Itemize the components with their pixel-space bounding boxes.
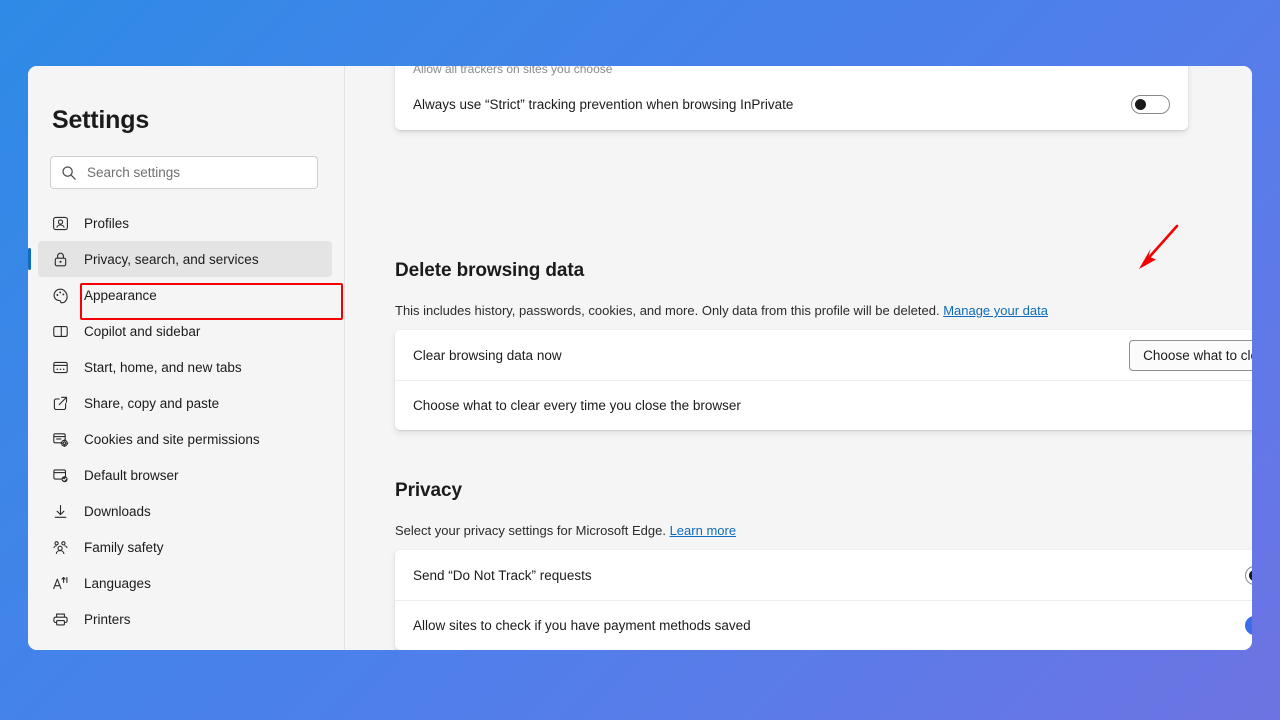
sidebar-item-label: Family safety bbox=[84, 539, 164, 555]
clear-browsing-data-now-row: Clear browsing data now Choose what to c… bbox=[395, 330, 1252, 380]
sidebar-item-label: Languages bbox=[84, 575, 151, 591]
monitor-icon bbox=[52, 647, 69, 650]
sidebar-item-share-copy-and-paste[interactable]: Share, copy and paste bbox=[38, 385, 332, 421]
learn-more-link[interactable]: Learn more bbox=[670, 523, 736, 538]
palette-icon bbox=[52, 287, 69, 304]
manage-your-data-link[interactable]: Manage your data bbox=[943, 303, 1048, 318]
printer-icon bbox=[52, 611, 69, 628]
settings-sidebar: Settings Search settings Profiles Privac… bbox=[28, 66, 345, 650]
sidebar-item-languages[interactable]: Languages bbox=[38, 565, 332, 601]
sidebar-item-label: Profiles bbox=[84, 215, 130, 231]
page-title: Settings bbox=[52, 106, 150, 134]
do-not-track-row[interactable]: Send “Do Not Track” requests bbox=[395, 550, 1252, 600]
do-not-track-label: Send “Do Not Track” requests bbox=[413, 567, 592, 583]
strict-inprivate-label: Always use “Strict” tracking prevention … bbox=[413, 96, 794, 112]
sidebar-item-system-and-performance[interactable]: System and performance bbox=[38, 637, 332, 650]
tracking-sub-row: Allow all trackers on sites you choose bbox=[395, 66, 1188, 78]
new-tab-icon bbox=[52, 359, 69, 376]
delete-browsing-data-heading: Delete browsing data bbox=[395, 260, 585, 281]
sidebar-item-label: Start, home, and new tabs bbox=[84, 359, 242, 375]
sidebar-item-cookies-and-site-permissions[interactable]: Cookies and site permissions bbox=[38, 421, 332, 457]
clear-on-close-row[interactable]: Choose what to clear every time you clos… bbox=[395, 380, 1252, 430]
delete-browsing-data-card: Clear browsing data now Choose what to c… bbox=[395, 330, 1252, 430]
clear-on-close-label: Choose what to clear every time you clos… bbox=[413, 398, 741, 413]
strict-inprivate-row[interactable]: Always use “Strict” tracking prevention … bbox=[395, 78, 1188, 130]
sidebar-panel-icon bbox=[52, 323, 69, 340]
family-icon bbox=[52, 539, 69, 556]
settings-window: Settings Search settings Profiles Privac… bbox=[28, 66, 1252, 650]
settings-content-pane: Allow all trackers on sites you choose A… bbox=[345, 66, 1252, 650]
sidebar-item-downloads[interactable]: Downloads bbox=[38, 493, 332, 529]
sidebar-item-label: Appearance bbox=[84, 287, 157, 303]
allow-trackers-sublabel: Allow all trackers on sites you choose bbox=[413, 66, 613, 76]
default-browser-icon bbox=[52, 467, 69, 484]
tracking-prevention-card: Allow all trackers on sites you choose A… bbox=[395, 66, 1188, 130]
sidebar-item-profiles[interactable]: Profiles bbox=[38, 205, 332, 241]
search-settings-box[interactable] bbox=[50, 156, 318, 189]
payment-methods-row[interactable]: Allow sites to check if you have payment… bbox=[395, 600, 1252, 650]
sidebar-item-label: Privacy, search, and services bbox=[84, 251, 259, 267]
choose-what-to-clear-button[interactable]: Choose what to clear bbox=[1129, 339, 1252, 371]
payment-methods-label: Allow sites to check if you have payment… bbox=[413, 618, 751, 633]
languages-icon bbox=[52, 575, 69, 592]
cookies-permissions-icon bbox=[52, 431, 69, 448]
toggle-knob bbox=[1135, 98, 1146, 110]
sidebar-item-label: Cookies and site permissions bbox=[84, 431, 260, 447]
sidebar-item-label: Downloads bbox=[84, 503, 151, 519]
sidebar-item-copilot-and-sidebar[interactable]: Copilot and sidebar bbox=[38, 313, 332, 349]
download-icon bbox=[52, 503, 69, 520]
sidebar-item-printers[interactable]: Printers bbox=[38, 601, 332, 637]
search-icon bbox=[61, 165, 77, 181]
privacy-description: Select your privacy settings for Microso… bbox=[395, 523, 1188, 538]
delete-browsing-data-description: This includes history, passwords, cookie… bbox=[395, 303, 1188, 318]
privacy-description-text: Select your privacy settings for Microso… bbox=[395, 523, 666, 538]
sidebar-item-privacy-search-and-services[interactable]: Privacy, search, and services bbox=[28, 241, 332, 277]
desktop-background: Settings Search settings Profiles Privac… bbox=[0, 0, 1280, 720]
payment-methods-toggle[interactable] bbox=[1245, 616, 1252, 635]
privacy-heading: Privacy bbox=[395, 480, 462, 501]
sidebar-item-label: Default browser bbox=[84, 467, 179, 483]
lock-icon bbox=[52, 251, 69, 268]
sidebar-item-default-browser[interactable]: Default browser bbox=[38, 457, 332, 493]
sidebar-item-label: System and performance bbox=[84, 648, 235, 651]
do-not-track-toggle[interactable] bbox=[1245, 565, 1252, 585]
privacy-card: Send “Do Not Track” requests Allow sites… bbox=[395, 550, 1252, 650]
sidebar-item-label: Share, copy and paste bbox=[84, 395, 220, 411]
delete-description-text: This includes history, passwords, cookie… bbox=[395, 303, 940, 318]
sidebar-item-family-safety[interactable]: Family safety bbox=[38, 529, 332, 565]
sidebar-item-start-home-and-new-tabs[interactable]: Start, home, and new tabs bbox=[38, 349, 332, 385]
clear-browsing-data-now-label: Clear browsing data now bbox=[413, 347, 562, 363]
sidebar-item-appearance[interactable]: Appearance bbox=[38, 277, 332, 313]
sidebar-item-label: Copilot and sidebar bbox=[84, 323, 201, 339]
search-input[interactable] bbox=[87, 165, 307, 180]
sidebar-nav: Profiles Privacy, search, and services A… bbox=[28, 205, 344, 650]
sidebar-item-label: Printers bbox=[84, 611, 131, 627]
toggle-knob bbox=[1249, 569, 1252, 581]
share-icon bbox=[52, 395, 69, 412]
profiles-icon bbox=[52, 215, 69, 232]
strict-inprivate-toggle[interactable] bbox=[1131, 94, 1170, 114]
